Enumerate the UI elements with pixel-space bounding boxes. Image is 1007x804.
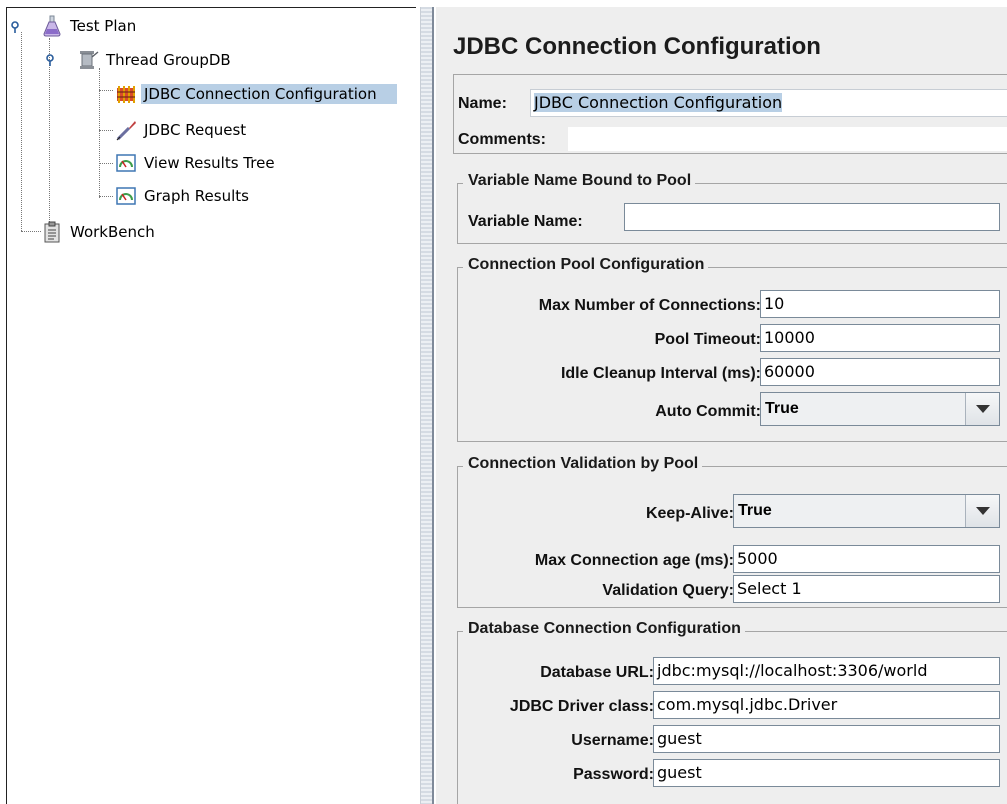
divider-line (432, 7, 434, 804)
page-title: JDBC Connection Configuration (453, 33, 821, 60)
config-panel: JDBC Connection Configuration Name: JDBC… (436, 7, 1007, 804)
max-age-label: Max Connection age (ms): (534, 552, 734, 569)
max-connections-field[interactable]: 10 (760, 290, 1000, 318)
tree-connector (99, 163, 113, 164)
validation-query-field[interactable]: Select 1 (733, 575, 1000, 603)
tree-connector (99, 68, 100, 198)
database-url-label: Database URL: (540, 664, 654, 681)
username-field[interactable]: guest (653, 725, 1000, 753)
keep-alive-label: Keep-Alive: (645, 505, 734, 522)
tree-item-label: Test Plan (70, 17, 137, 35)
keep-alive-select[interactable]: True (733, 494, 1000, 528)
comments-field[interactable] (568, 127, 1007, 151)
expand-handle-icon[interactable] (44, 54, 56, 66)
tree-connector (21, 32, 22, 231)
validation-query-label: Validation Query: (602, 582, 734, 599)
tree-item-label: JDBC Request (144, 121, 247, 139)
auto-commit-select[interactable]: True (760, 392, 1000, 426)
comments-label: Comments: (458, 131, 547, 148)
variable-name-field[interactable] (624, 203, 1000, 231)
tree-item-view-results-tree[interactable]: View Results Tree (115, 151, 278, 175)
chevron-down-icon[interactable] (965, 495, 999, 527)
tree-connector (99, 196, 113, 197)
max-connections-label: Max Number of Connections: (538, 297, 761, 314)
tree-item-thread-group[interactable]: Thread GroupDB (77, 48, 234, 72)
jdbc-driver-field[interactable]: com.mysql.jdbc.Driver (653, 691, 1000, 719)
variable-name-label: Variable Name: (468, 213, 583, 230)
split-pane-divider[interactable] (420, 7, 434, 804)
flask-icon (43, 15, 61, 37)
name-field[interactable]: JDBC Connection Configuration (530, 89, 1007, 117)
pool-timeout-field[interactable]: 10000 (760, 324, 1000, 352)
tree-item-label: View Results Tree (144, 154, 275, 172)
gauge-icon (116, 187, 136, 205)
expand-handle-icon[interactable] (9, 21, 21, 33)
tree-connector (99, 90, 113, 91)
database-url-field[interactable]: jdbc:mysql://localhost:3306/world (653, 657, 1000, 685)
tree-item-label: WorkBench (70, 223, 155, 241)
name-comments-box: Name: JDBC Connection Configuration Comm… (453, 74, 1007, 154)
database-connection-group: Database URL: jdbc:mysql://localhost:330… (457, 631, 1007, 804)
test-plan-tree[interactable]: Test Plan Thread GroupDB JDBC Connection… (6, 7, 416, 804)
username-label: Username: (571, 732, 654, 749)
gauge-icon (116, 154, 136, 172)
max-age-field[interactable]: 5000 (733, 545, 1000, 573)
group-title: Database Connection Configuration (463, 620, 745, 638)
tree-item-workbench[interactable]: WorkBench (41, 220, 158, 244)
connection-pool-group: Max Number of Connections: 10 Pool Timeo… (457, 267, 1007, 442)
password-field[interactable]: guest (653, 759, 1000, 787)
tree-item-label: Thread GroupDB (106, 51, 231, 69)
tree-item-label: Graph Results (144, 187, 249, 205)
idle-cleanup-field[interactable]: 60000 (760, 358, 1000, 386)
idle-cleanup-label: Idle Cleanup Interval (ms): (560, 365, 761, 382)
pipette-icon (116, 121, 136, 141)
auto-commit-label: Auto Commit: (655, 403, 761, 420)
tree-item-test-plan[interactable]: Test Plan (41, 14, 139, 38)
keep-alive-value: True (738, 502, 772, 519)
tree-item-label: JDBC Connection Configuration (141, 84, 397, 104)
tree-connector (99, 130, 113, 131)
jdbc-driver-label: JDBC Driver class: (509, 698, 654, 715)
validation-group: Keep-Alive: True Max Connection age (ms)… (457, 466, 1007, 608)
wrench-tools-icon (117, 86, 135, 103)
group-title: Connection Validation by Pool (463, 455, 703, 473)
auto-commit-value: True (765, 400, 799, 417)
password-label: Password: (573, 766, 654, 783)
tree-item-jdbc-connection-config[interactable]: JDBC Connection Configuration (115, 82, 397, 106)
variable-name-group: Variable Name: (457, 183, 1007, 244)
clipboard-icon (44, 221, 60, 243)
spool-icon (80, 51, 99, 69)
pool-timeout-label: Pool Timeout: (654, 331, 761, 348)
group-title: Variable Name Bound to Pool (463, 172, 696, 190)
name-label: Name: (458, 95, 507, 112)
tree-item-graph-results[interactable]: Graph Results (115, 184, 252, 208)
chevron-down-icon[interactable] (965, 393, 999, 425)
tree-item-jdbc-request[interactable]: JDBC Request (115, 118, 249, 142)
group-title: Connection Pool Configuration (463, 256, 709, 274)
tree-connector (21, 231, 41, 232)
